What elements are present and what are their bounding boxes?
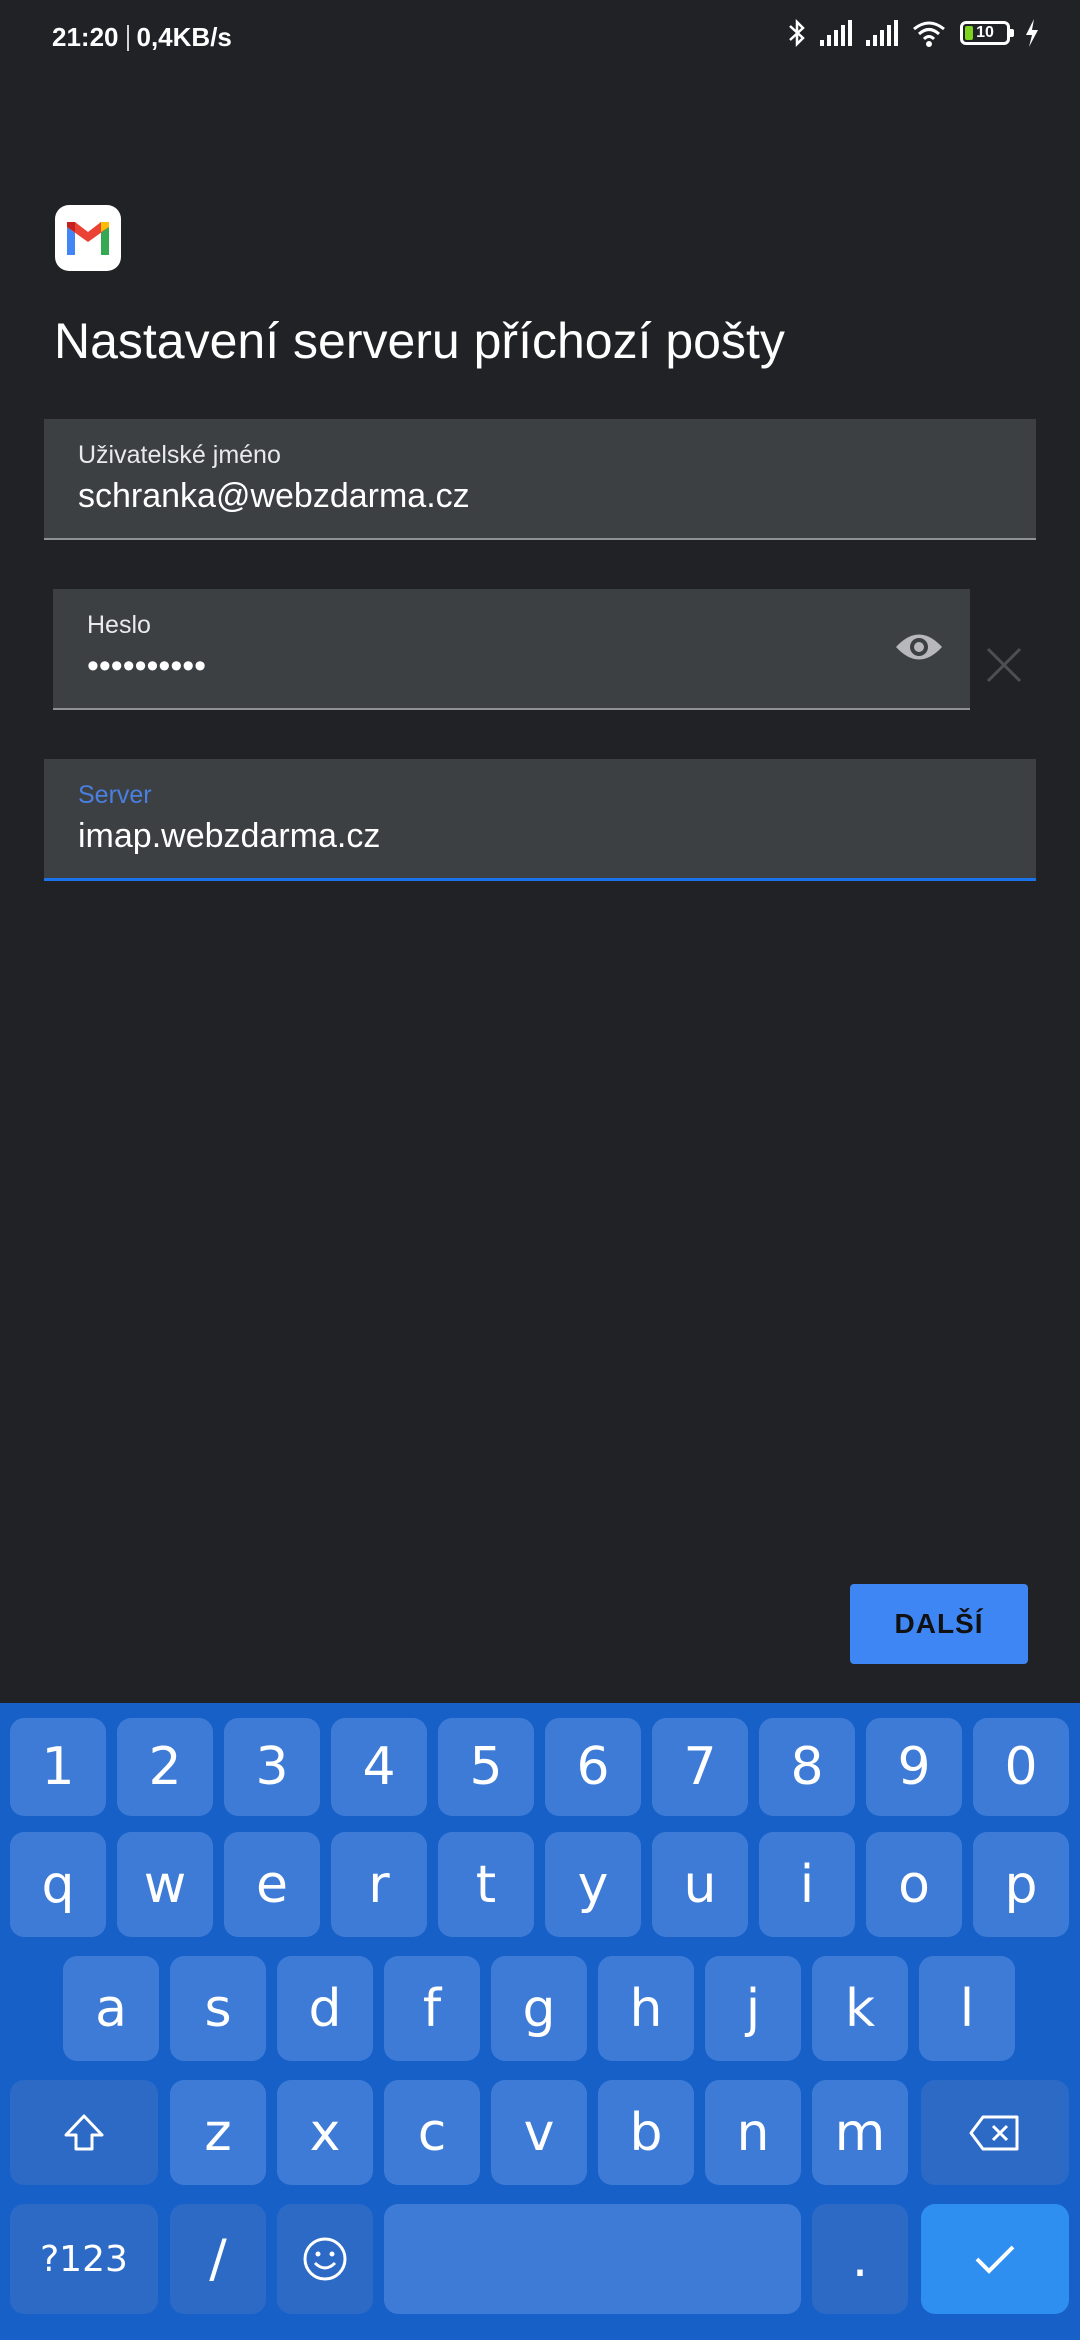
emoji-icon xyxy=(303,2237,347,2281)
charging-icon xyxy=(1026,19,1038,47)
key-h[interactable]: h xyxy=(598,1956,694,2061)
status-left: 21:20 0,4KB/s xyxy=(52,22,232,53)
username-field[interactable]: Uživatelské jméno schranka@webzdarma.cz xyxy=(44,419,1036,540)
key-5[interactable]: 5 xyxy=(438,1718,534,1816)
key-n[interactable]: n xyxy=(705,2080,801,2185)
bluetooth-icon xyxy=(789,18,805,48)
status-bar: 21:20 0,4KB/s 10 xyxy=(0,0,1080,80)
key-0[interactable]: 0 xyxy=(973,1718,1069,1816)
key-8[interactable]: 8 xyxy=(759,1718,855,1816)
clear-icon[interactable] xyxy=(984,645,1024,685)
space-key[interactable] xyxy=(384,2204,801,2314)
key-i[interactable]: i xyxy=(759,1832,855,1937)
username-value[interactable]: schranka@webzdarma.cz xyxy=(78,477,470,516)
key-d[interactable]: d xyxy=(277,1956,373,2061)
emoji-key[interactable] xyxy=(277,2204,373,2314)
key-9[interactable]: 9 xyxy=(866,1718,962,1816)
key-1[interactable]: 1 xyxy=(10,1718,106,1816)
network-speed: 0,4KB/s xyxy=(136,22,232,52)
key-k[interactable]: k xyxy=(812,1956,908,2061)
status-icons: 10 xyxy=(788,18,1040,48)
battery-icon: 10 xyxy=(960,21,1014,45)
key-b[interactable]: b xyxy=(598,2080,694,2185)
key-l[interactable]: l xyxy=(919,1956,1015,2061)
key-x[interactable]: x xyxy=(277,2080,373,2185)
key-r[interactable]: r xyxy=(331,1832,427,1937)
password-field[interactable]: Heslo •••••••••• xyxy=(53,589,970,710)
key-j[interactable]: j xyxy=(705,1956,801,2061)
key-7[interactable]: 7 xyxy=(652,1718,748,1816)
server-field[interactable]: Server imap.webzdarma.cz xyxy=(44,759,1036,881)
show-password-icon[interactable] xyxy=(894,627,944,667)
key-q[interactable]: q xyxy=(10,1832,106,1937)
key-s[interactable]: s xyxy=(170,1956,266,2061)
page-title: Nastavení serveru příchozí pošty xyxy=(54,313,785,369)
signal-icon xyxy=(866,20,898,46)
key-t[interactable]: t xyxy=(438,1832,534,1937)
shift-key[interactable] xyxy=(10,2080,158,2185)
backspace-icon xyxy=(969,2115,1019,2150)
next-button[interactable]: DALŠÍ xyxy=(850,1584,1028,1664)
keyboard: 1 2 3 4 5 6 7 8 9 0 q w e r t y u i o p … xyxy=(0,1703,1080,2340)
key-o[interactable]: o xyxy=(866,1832,962,1937)
signal-icon xyxy=(820,20,852,46)
key-w[interactable]: w xyxy=(117,1832,213,1937)
key-p[interactable]: p xyxy=(973,1832,1069,1937)
key-f[interactable]: f xyxy=(384,1956,480,2061)
key-e[interactable]: e xyxy=(224,1832,320,1937)
key-z[interactable]: z xyxy=(170,2080,266,2185)
gmail-icon xyxy=(67,222,109,255)
shift-icon xyxy=(64,2114,104,2150)
battery-level: 10 xyxy=(976,24,994,41)
server-label: Server xyxy=(78,781,152,809)
password-label: Heslo xyxy=(87,611,151,639)
key-a[interactable]: a xyxy=(63,1956,159,2061)
status-time: 21:20 xyxy=(52,22,119,52)
key-c[interactable]: c xyxy=(384,2080,480,2185)
key-slash[interactable]: / xyxy=(170,2204,266,2314)
done-key[interactable] xyxy=(921,2204,1069,2314)
server-value[interactable]: imap.webzdarma.cz xyxy=(78,817,380,856)
key-period[interactable]: . xyxy=(812,2204,908,2314)
backspace-key[interactable] xyxy=(921,2080,1069,2185)
key-6[interactable]: 6 xyxy=(545,1718,641,1816)
key-3[interactable]: 3 xyxy=(224,1718,320,1816)
key-m[interactable]: m xyxy=(812,2080,908,2185)
check-icon xyxy=(975,2245,1015,2274)
key-4[interactable]: 4 xyxy=(331,1718,427,1816)
key-g[interactable]: g xyxy=(491,1956,587,2061)
key-y[interactable]: y xyxy=(545,1832,641,1937)
wifi-icon xyxy=(913,21,945,47)
password-value[interactable]: •••••••••• xyxy=(87,647,206,686)
key-v[interactable]: v xyxy=(491,2080,587,2185)
status-divider xyxy=(126,24,129,51)
gmail-logo xyxy=(55,205,121,271)
symbols-key[interactable]: ?123 xyxy=(10,2204,158,2314)
key-u[interactable]: u xyxy=(652,1832,748,1937)
username-label: Uživatelské jméno xyxy=(78,441,281,469)
key-2[interactable]: 2 xyxy=(117,1718,213,1816)
